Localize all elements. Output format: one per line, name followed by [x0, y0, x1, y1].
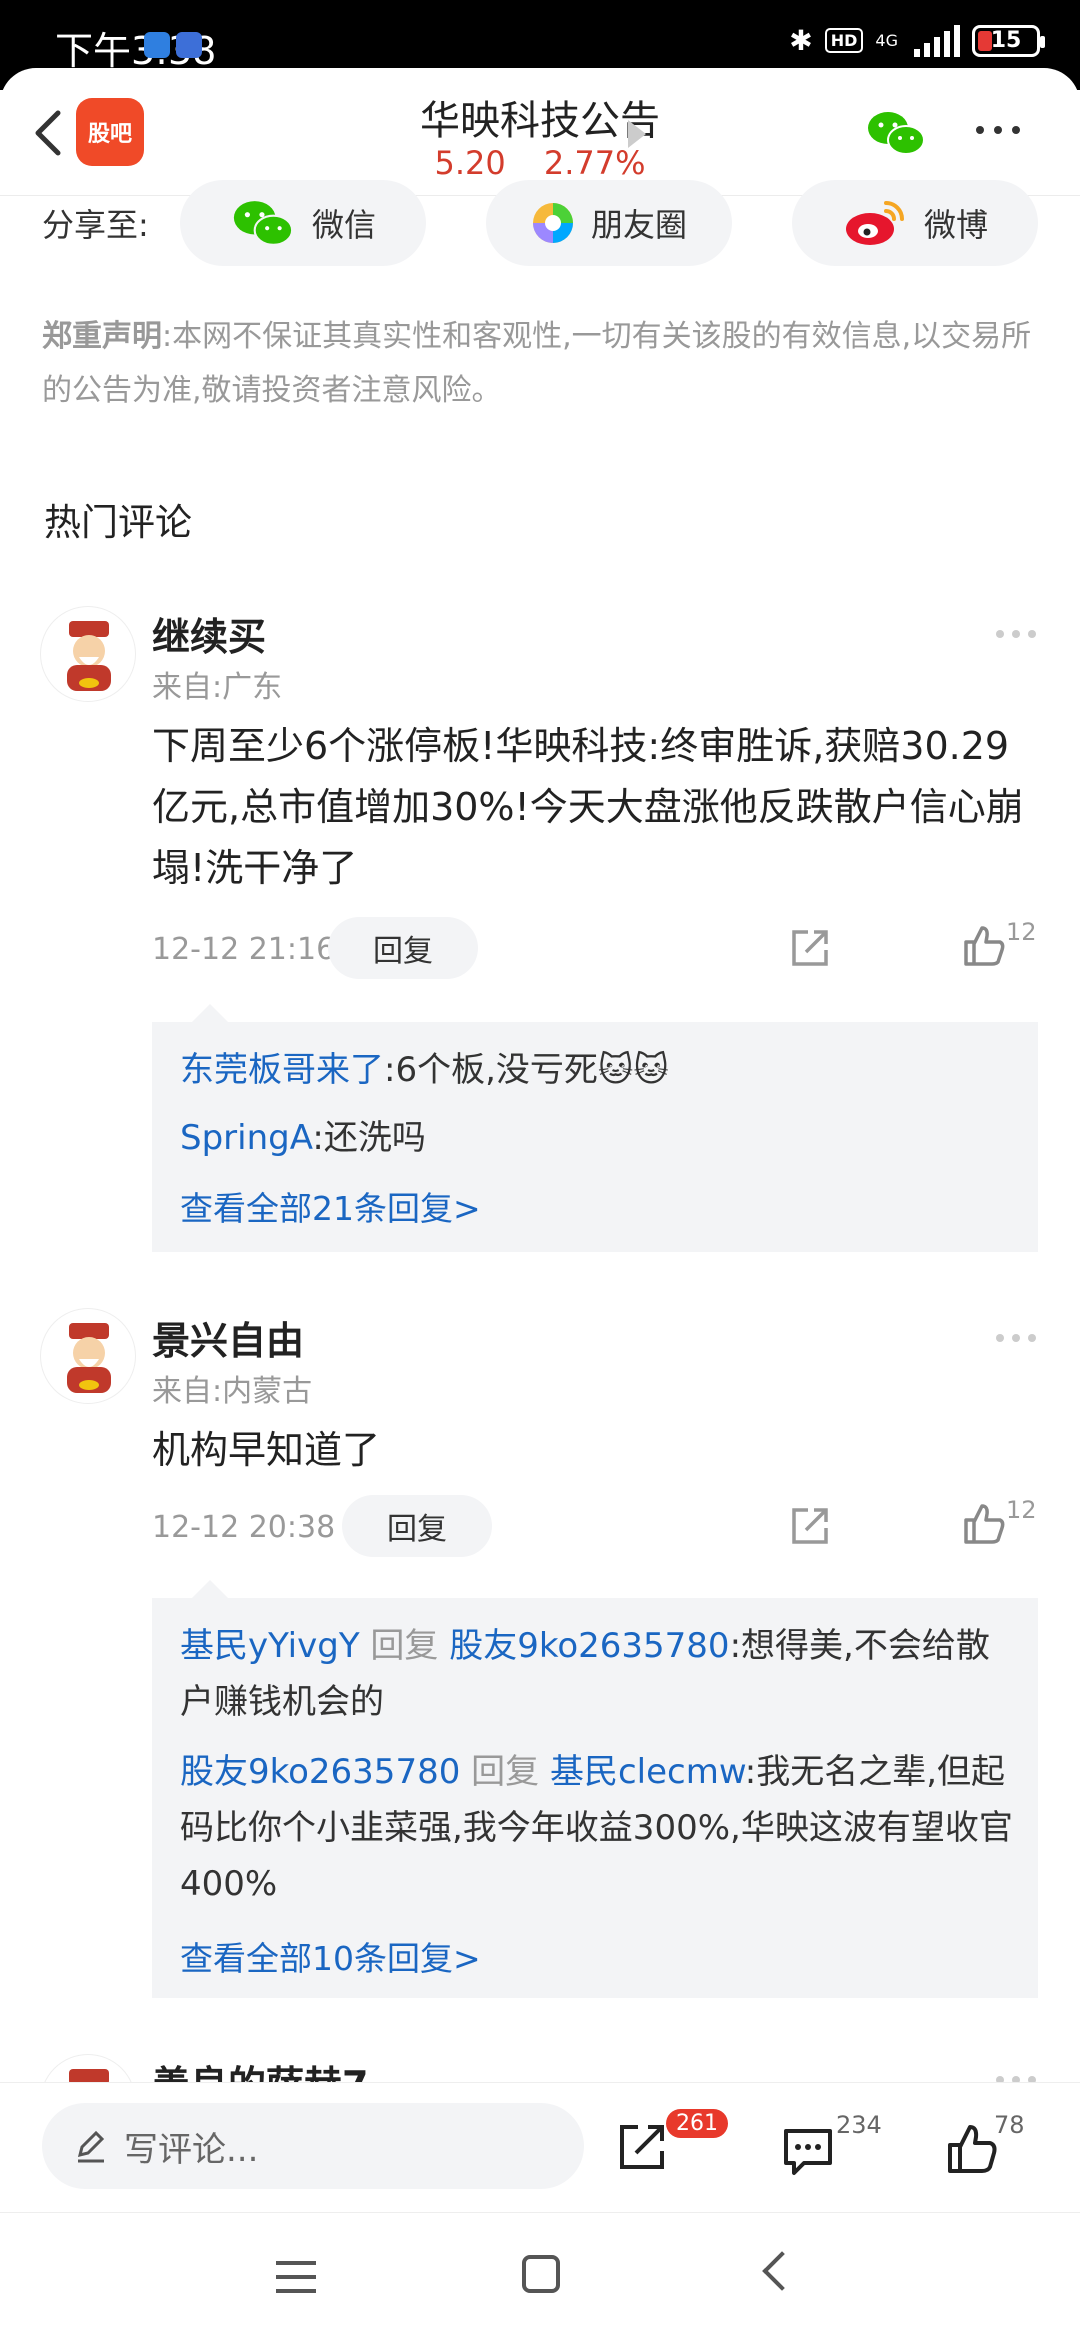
disclaimer-text: :本网不保证其真实性和客观性,一切有关该股的有效信息,以交易所的公告为准,敬请投… [42, 319, 1032, 408]
bluetooth-icon: ✱ [789, 24, 813, 57]
reply-word: 回复 [471, 1752, 540, 1792]
reply-item: 基民yYivgY 回复 股友9ko2635780:想得美,不会给散户赚钱机会的 [180, 1618, 1020, 1730]
section-title: 热门评论 [44, 501, 192, 544]
reply-item: 股友9ko2635780 回复 基民clecmw:我无名之辈,但起码比你个小韭菜… [180, 1744, 1020, 1912]
see-all-replies-link[interactable]: 查看全部10条回复> [180, 1932, 481, 1980]
avatar[interactable] [40, 1308, 136, 1404]
thumbs-up-icon[interactable] [944, 2121, 1000, 2177]
reply-target[interactable]: 股友9ko2635780 [449, 1626, 729, 1666]
moments-icon [532, 203, 573, 243]
share-moments-button[interactable]: 朋友圈 [486, 180, 732, 266]
recent-apps-button[interactable] [276, 2261, 316, 2293]
comment-username[interactable]: 景兴自由 [152, 1310, 304, 1365]
battery-icon: 15 [972, 24, 1045, 57]
reply-username[interactable]: 基民yYivgY [180, 1626, 360, 1666]
share-row: 分享至: 微信 朋友圈 微博 [0, 180, 1080, 270]
reply-username[interactable]: 东莞板哥来了 [180, 1050, 384, 1090]
signal-icon [914, 24, 960, 57]
reply-username[interactable]: SpringA [180, 1118, 312, 1158]
more-options-button[interactable] [976, 126, 1020, 134]
see-all-replies-link[interactable]: 查看全部21条回复> [180, 1182, 481, 1230]
disclaimer-title: 郑重声明 [42, 319, 162, 354]
reply-word: 回复 [370, 1626, 439, 1666]
share-moments-label: 朋友圈 [590, 206, 687, 244]
caishen-avatar-icon [67, 1323, 111, 1393]
comment-text: 下周至少6个涨停板!华映科技:终审胜诉,获赔30.29亿元,总市值增加30%!今… [152, 724, 1024, 890]
share-weibo-label: 微博 [923, 206, 988, 244]
reply-text: :还洗吗 [312, 1118, 426, 1158]
reply-item: 东莞板哥来了:6个板,没亏死🐱🐱 [180, 1042, 1020, 1098]
notification-app-icon [176, 32, 202, 58]
write-comment-input[interactable]: 写评论... [42, 2103, 584, 2189]
like-count: 12 [1006, 1496, 1037, 1524]
wechat-icon [233, 201, 294, 246]
share-wechat-label: 微信 [311, 206, 376, 244]
reply-button[interactable]: 回复 [328, 917, 478, 979]
system-nav-bar [0, 2212, 1080, 2340]
share-label: 分享至: [42, 206, 149, 244]
write-comment-placeholder: 写评论... [124, 2129, 259, 2170]
comment-more-button[interactable] [996, 1334, 1036, 1342]
reply-item: SpringA:还洗吗 [180, 1110, 1020, 1166]
thumbs-up-icon[interactable] [960, 1500, 1008, 1548]
battery-level: 15 [990, 28, 1022, 53]
reply-target[interactable]: 基民clecmw [550, 1752, 745, 1792]
comment-username[interactable]: 继续买 [152, 606, 266, 661]
share-icon[interactable] [614, 2119, 670, 2175]
caishen-avatar-icon [67, 621, 111, 691]
share-icon[interactable] [788, 1504, 832, 1548]
weibo-icon [845, 201, 904, 245]
reply-button[interactable]: 回复 [342, 1495, 492, 1557]
share-icon[interactable] [788, 926, 832, 970]
share-count-badge: 261 [666, 2109, 728, 2138]
stock-price: 5.20 [434, 144, 506, 182]
avatar[interactable] [40, 606, 136, 702]
share-wechat-button[interactable]: 微信 [180, 180, 426, 266]
stock-change: 2.77% [543, 144, 646, 182]
network-type: 4G [875, 30, 898, 50]
system-back-button[interactable] [762, 2251, 802, 2291]
comment-text: 机构早知道了 [152, 1428, 381, 1472]
reply-box: 东莞板哥来了:6个板,没亏死🐱🐱 SpringA:还洗吗 查看全部21条回复> [152, 1004, 1038, 1252]
like-count: 78 [994, 2111, 1025, 2139]
notification-app-icon [144, 32, 170, 58]
comment-location: 来自:内蒙古 [152, 1374, 313, 1409]
pencil-icon [77, 2130, 105, 2163]
comment-location: 来自:广东 [152, 670, 283, 705]
comment-count: 234 [836, 2111, 882, 2139]
bottom-action-bar: 写评论... 261 234 78 [0, 2082, 1080, 2212]
like-count: 12 [1006, 918, 1037, 946]
share-weibo-button[interactable]: 微博 [792, 180, 1038, 266]
disclaimer: 郑重声明:本网不保证其真实性和客观性,一切有关该股的有效信息,以交易所的公告为准… [42, 310, 1042, 418]
reply-username[interactable]: 股友9ko2635780 [180, 1752, 460, 1792]
home-button[interactable] [522, 2255, 560, 2293]
quote-expand-icon[interactable] [628, 120, 646, 148]
comment-time: 12-12 20:38 [152, 1510, 336, 1545]
comment-icon[interactable] [780, 2123, 836, 2179]
comment-more-button[interactable] [996, 630, 1036, 638]
page-header: 股吧 华映科技公告 5.20 2.77% [0, 68, 1080, 196]
reply-box: 基民yYivgY 回复 股友9ko2635780:想得美,不会给散户赚钱机会的 … [152, 1580, 1038, 1998]
wechat-share-icon[interactable] [866, 108, 926, 158]
reply-text: :6个板,没亏死🐱🐱 [384, 1050, 669, 1090]
comment-time: 12-12 21:16 [152, 932, 336, 967]
hd-badge: HD [824, 28, 864, 53]
thumbs-up-icon[interactable] [960, 922, 1008, 970]
